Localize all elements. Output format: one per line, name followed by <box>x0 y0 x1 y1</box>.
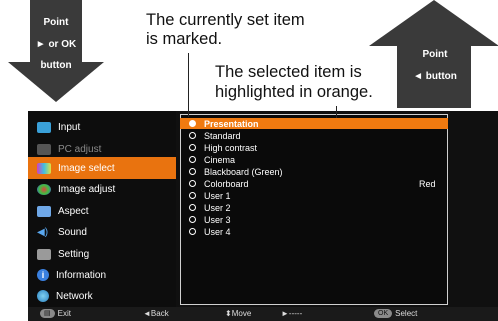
option-user-2[interactable]: User 2 <box>180 202 448 213</box>
next-hint: ►----- <box>281 309 302 318</box>
option-marker-icon <box>189 192 196 199</box>
option-marker-icon <box>189 204 196 211</box>
menu-item-information[interactable]: i Information <box>28 264 176 286</box>
option-label: Blackboard (Green) <box>204 166 283 177</box>
option-label: Presentation <box>204 118 259 129</box>
option-marker-icon <box>189 168 196 175</box>
option-marker-icon <box>189 180 196 187</box>
input-icon <box>37 121 51 133</box>
menu-item-label: Aspect <box>58 205 89 217</box>
option-high-contrast[interactable]: High contrast <box>180 142 448 153</box>
option-user-1[interactable]: User 1 <box>180 190 448 201</box>
menu-item-label: PC adjust <box>58 143 102 155</box>
next-label: ►----- <box>281 309 303 318</box>
marked-caption-line2: is marked. <box>146 30 223 48</box>
down-arrow-callout <box>8 0 104 102</box>
exit-hint: ▤ Exit <box>40 309 71 318</box>
sound-icon: ◀) <box>37 226 49 238</box>
menu-item-sound[interactable]: ◀) Sound <box>28 221 176 243</box>
option-marker-icon <box>189 228 196 235</box>
option-user-4[interactable]: User 4 <box>180 226 448 237</box>
image-adjust-icon <box>37 183 51 195</box>
menu-item-label: Setting <box>58 248 90 260</box>
pc-adjust-icon <box>37 143 51 155</box>
menu-item-network[interactable]: Network <box>28 285 176 307</box>
option-label: Cinema <box>204 154 236 165</box>
option-marker-icon <box>189 120 196 127</box>
setting-icon <box>37 248 51 260</box>
option-label: User 4 <box>204 226 231 237</box>
menu-item-image-select[interactable]: Image select <box>28 157 176 179</box>
option-label: Colorboard <box>204 178 249 189</box>
move-hint: ⬍Move <box>225 309 251 318</box>
option-marker-icon <box>189 132 196 139</box>
option-standard[interactable]: Standard <box>180 130 448 141</box>
option-presentation[interactable]: Presentation <box>180 118 448 129</box>
menu-item-image-adjust[interactable]: Image adjust <box>28 178 176 200</box>
exit-label: Exit <box>57 309 71 318</box>
highlight-caption-line2: highlighted in orange. <box>215 83 373 101</box>
information-icon: i <box>37 269 49 281</box>
marked-caption-line1: The currently set item <box>146 11 305 29</box>
marked-caption-pointer <box>188 53 189 117</box>
menu-key-icon: ▤ <box>40 309 55 318</box>
option-label: User 3 <box>204 214 231 225</box>
right-callout-line1: Point <box>422 49 448 60</box>
option-colorboard[interactable]: Colorboard Red <box>180 178 448 189</box>
menu-item-label: Network <box>56 290 93 302</box>
menu-item-label: Sound <box>58 226 87 238</box>
menu-item-input[interactable]: Input <box>28 116 176 138</box>
colorboard-value: Red <box>419 178 436 189</box>
menu-item-label: Image adjust <box>58 183 116 195</box>
image-select-icon <box>37 162 51 174</box>
left-callout-line1: Point <box>43 17 69 28</box>
menu-item-aspect[interactable]: Aspect <box>28 200 176 222</box>
menu-item-setting[interactable]: Setting <box>28 243 176 265</box>
back-label: ◄Back <box>143 309 169 318</box>
option-user-3[interactable]: User 3 <box>180 214 448 225</box>
status-bar: ▤ Exit ◄Back ⬍Move ►----- OK Select <box>28 307 498 321</box>
menu-item-label: Information <box>56 269 107 281</box>
option-label: User 1 <box>204 190 231 201</box>
aspect-icon <box>37 205 51 217</box>
option-marker-icon <box>189 156 196 163</box>
option-label: Standard <box>204 130 241 141</box>
option-label: User 2 <box>204 202 231 213</box>
network-icon <box>37 290 49 302</box>
select-hint: OK Select <box>374 309 417 318</box>
option-blackboard-green[interactable]: Blackboard (Green) <box>180 166 448 177</box>
ok-key-icon: OK <box>374 309 393 318</box>
menu-item-label: Image select <box>58 162 115 174</box>
highlight-caption-pointer <box>336 106 337 118</box>
menu-item-label: Input <box>58 121 81 133</box>
option-marker-icon <box>189 216 196 223</box>
select-label: Select <box>395 309 418 318</box>
option-label: High contrast <box>204 142 258 153</box>
option-cinema[interactable]: Cinema <box>180 154 448 165</box>
highlight-caption-line1: The selected item is <box>215 63 362 81</box>
right-callout-line2: ◄ button <box>413 71 457 82</box>
left-callout-line3: button <box>40 60 72 71</box>
left-callout-line2: ► or OK <box>35 39 77 50</box>
option-marker-icon <box>189 144 196 151</box>
back-hint: ◄Back <box>143 309 169 318</box>
move-label: ⬍Move <box>225 309 252 318</box>
